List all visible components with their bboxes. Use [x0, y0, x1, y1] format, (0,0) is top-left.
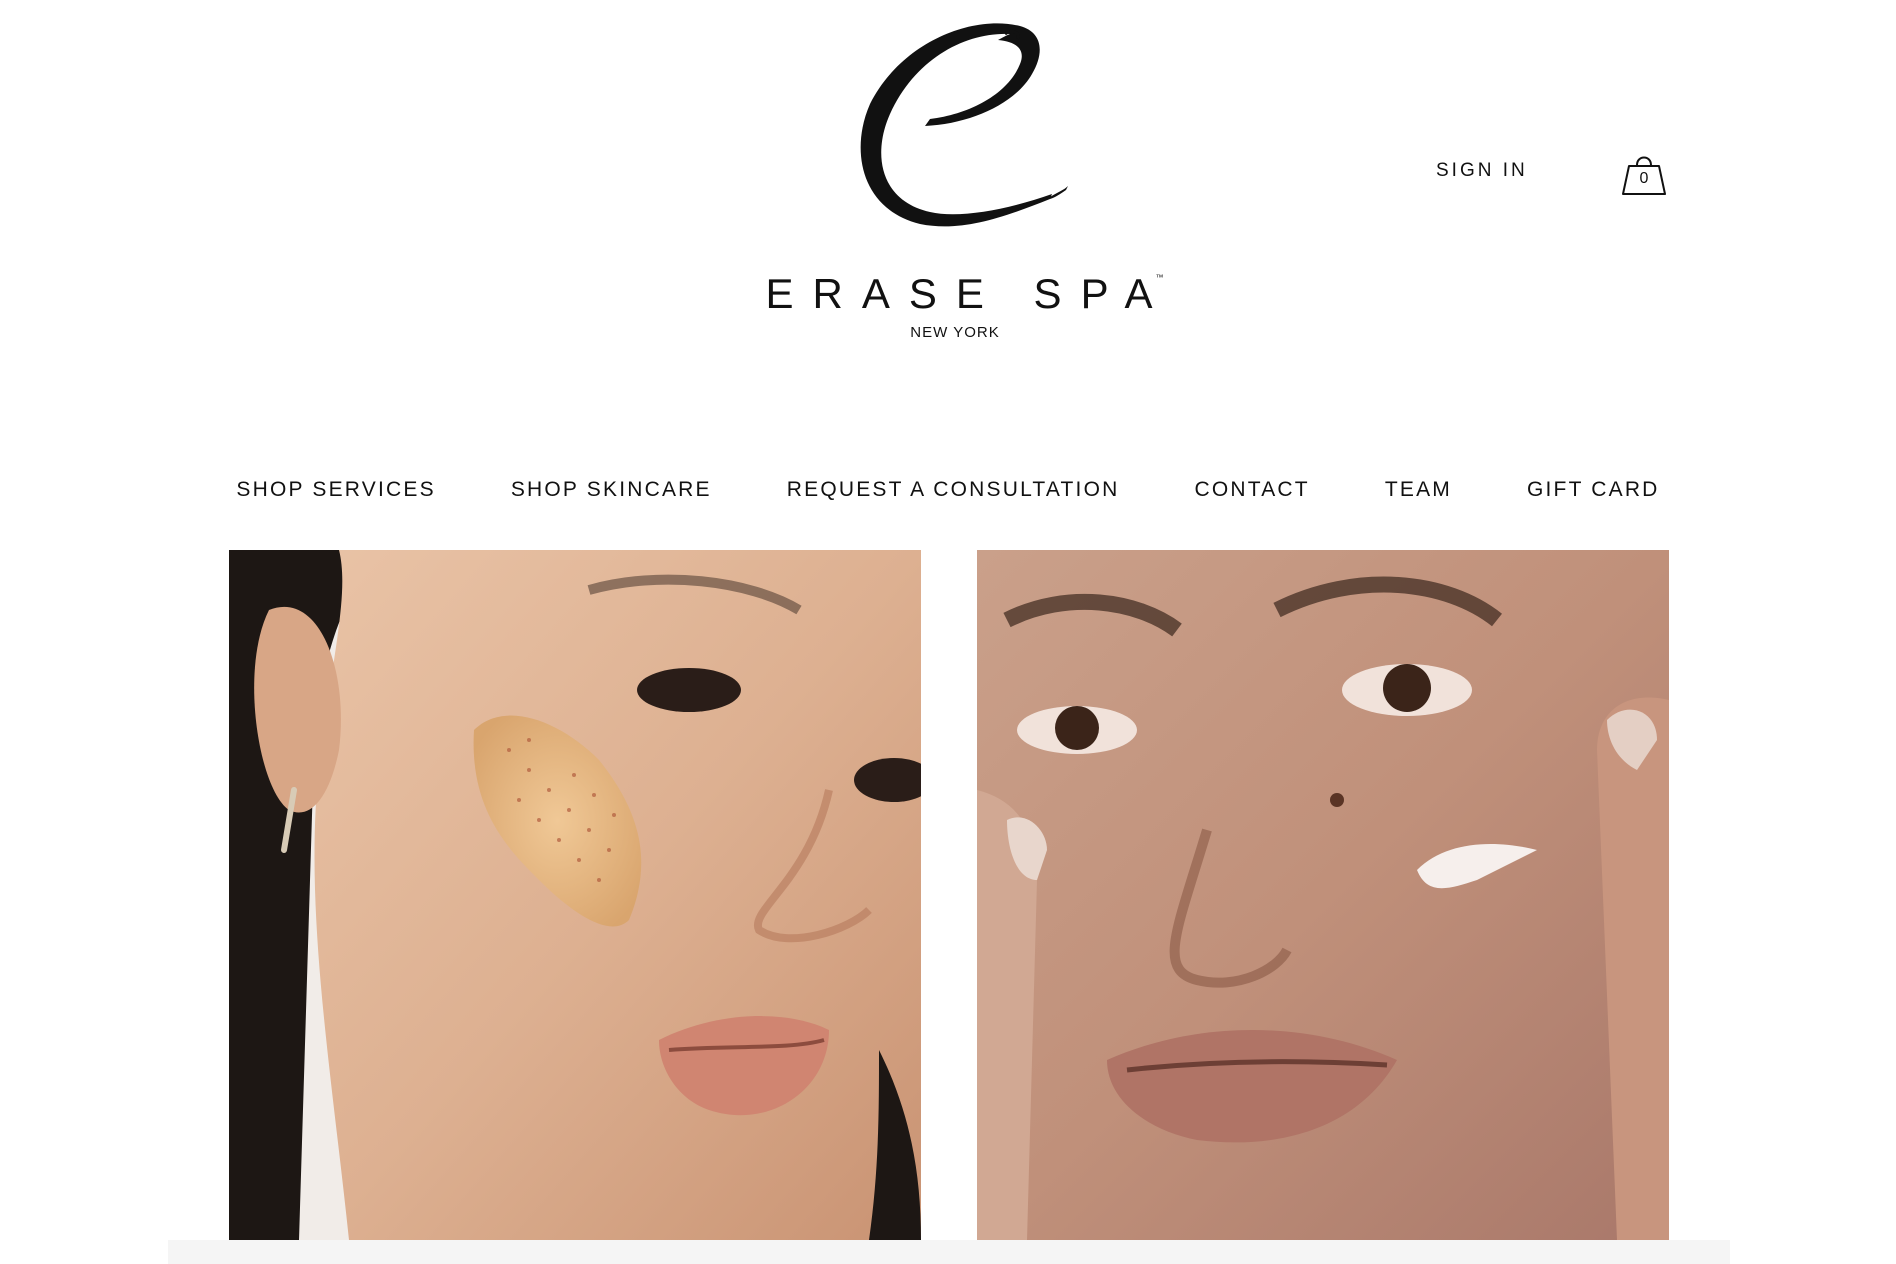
brand-wordmark: ERASE SPA™	[730, 270, 1180, 318]
brand-logo[interactable]: ERASE SPA™ NEW YORK	[730, 14, 1180, 341]
cart-button[interactable]: 0	[1620, 150, 1668, 198]
woman-with-scrub-image	[229, 550, 921, 1240]
nav-item-team[interactable]: TEAM	[1385, 478, 1452, 518]
nav-item-shop-skincare[interactable]: SHOP SKINCARE	[511, 478, 712, 518]
sign-in-link[interactable]: SIGN IN	[1436, 160, 1528, 182]
content-strip	[168, 1240, 1730, 1264]
site-header: ERASE SPA™ NEW YORK SIGN IN 0	[0, 0, 1896, 380]
nav-item-gift-card[interactable]: GIFT CARD	[1527, 478, 1660, 518]
main-nav: SHOP SERVICES SHOP SKINCARE REQUEST A CO…	[0, 478, 1896, 518]
brand-trademark: ™	[1155, 273, 1164, 282]
cart-count: 0	[1639, 170, 1649, 187]
nav-item-request-consultation[interactable]: REQUEST A CONSULTATION	[787, 478, 1120, 518]
woman-applying-cream-image	[977, 550, 1669, 1240]
nav-item-contact[interactable]: CONTACT	[1194, 478, 1309, 518]
brand-location: NEW YORK	[910, 324, 1000, 341]
hero-image-scrub[interactable]	[229, 550, 921, 1240]
script-e-logo-icon	[860, 23, 1068, 227]
nav-item-shop-services[interactable]: SHOP SERVICES	[236, 478, 435, 518]
hero-image-cream[interactable]	[977, 550, 1669, 1240]
brand-name: ERASE SPA	[765, 270, 1172, 317]
